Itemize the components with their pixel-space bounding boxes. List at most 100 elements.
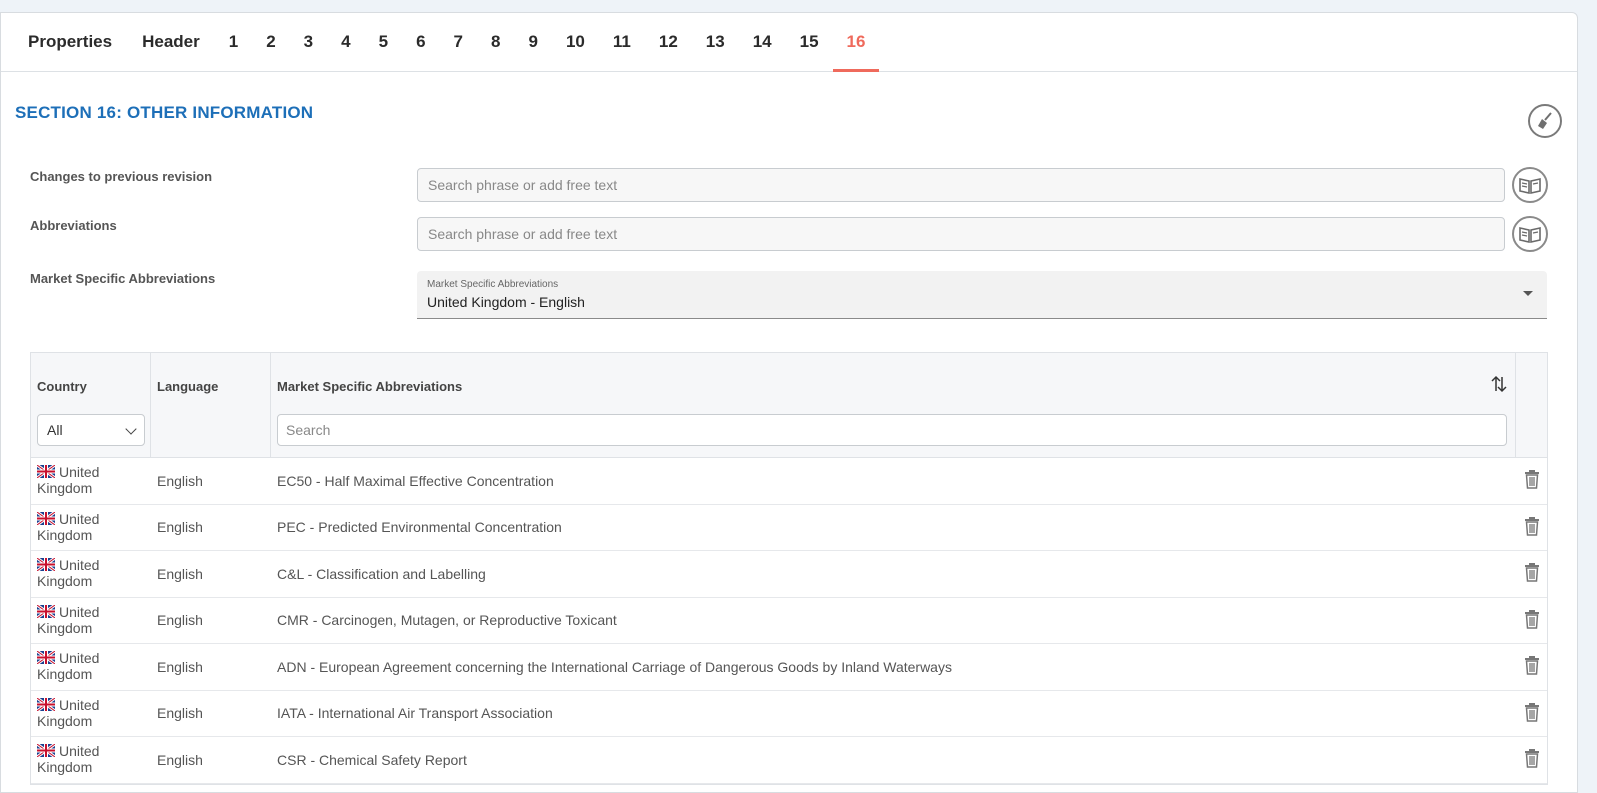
broom-icon xyxy=(1538,112,1552,129)
abbreviations-header: Market Specific Abbreviations xyxy=(277,379,463,394)
changes-phrase-button[interactable] xyxy=(1512,167,1548,203)
caret-down-icon xyxy=(1523,291,1533,296)
abbreviations-column: Market Specific Abbreviations Search xyxy=(271,353,1516,457)
abbreviation-cell: ADN - European Agreement concerning the … xyxy=(277,658,952,675)
country-cell: United Kingdom xyxy=(31,737,151,783)
country-cell: United Kingdom xyxy=(31,598,151,644)
abbreviation-cell: EC50 - Half Maximal Effective Concentrat… xyxy=(277,472,554,489)
delete-row-button[interactable] xyxy=(1516,598,1547,644)
tab-header[interactable]: Header xyxy=(127,13,215,71)
delete-row-button[interactable] xyxy=(1516,458,1547,504)
tab-16[interactable]: 16 xyxy=(832,13,880,72)
tab-14[interactable]: 14 xyxy=(739,13,786,71)
tab-properties[interactable]: Properties xyxy=(13,13,127,71)
abbreviations-search-input[interactable]: Search xyxy=(277,414,1507,446)
abbreviations-label: Abbreviations xyxy=(30,218,117,233)
uk-flag-icon xyxy=(36,742,56,759)
country-header: Country xyxy=(37,379,87,394)
abbreviation-cell: C&L - Classification and Labelling xyxy=(277,565,486,582)
country-cell: United Kingdom xyxy=(31,691,151,737)
tab-8[interactable]: 8 xyxy=(477,13,514,71)
market-select[interactable]: Market Specific Abbreviations United Kin… xyxy=(417,271,1547,319)
country-name-line1: United xyxy=(59,603,100,620)
trash-icon xyxy=(1524,516,1540,539)
language-header: Language xyxy=(157,379,219,394)
actions-column xyxy=(1516,353,1547,457)
table-row[interactable]: United Kingdom English ADN - European Agree… xyxy=(31,644,1547,691)
country-name-line2: Kingdom xyxy=(37,480,93,496)
country-cell: United Kingdom xyxy=(31,505,151,551)
country-name-line1: United xyxy=(59,464,100,480)
delete-row-button[interactable] xyxy=(1516,505,1547,551)
tab-5[interactable]: 5 xyxy=(365,13,402,71)
country-filter[interactable]: All xyxy=(37,414,145,446)
trash-icon xyxy=(1524,702,1540,725)
uk-flag-icon xyxy=(36,603,56,619)
tab-4[interactable]: 4 xyxy=(327,13,364,71)
uk-flag-icon xyxy=(36,463,56,480)
country-name-line1: United xyxy=(59,743,100,759)
table-row[interactable]: United Kingdom English C&L - Classification… xyxy=(31,551,1547,598)
chevron-down-icon xyxy=(125,423,137,435)
delete-row-button[interactable] xyxy=(1516,691,1547,737)
market-select-label: Market Specific Abbreviations xyxy=(427,279,559,290)
abbreviations-input[interactable]: Search phrase or add free text xyxy=(417,217,1505,251)
section-title: SECTION 16: OTHER INFORMATION xyxy=(15,103,314,122)
editor-panel: Properties Header 1 2 3 4 5 6 7 8 9 10 11 12 13 14 15 16 … xyxy=(0,12,1578,793)
tab-10[interactable]: 10 xyxy=(552,13,599,71)
delete-row-button[interactable] xyxy=(1516,737,1547,783)
abbreviations-table: Country All Language Market Specific Abb… xyxy=(30,352,1548,785)
trash-icon xyxy=(1524,609,1540,632)
abbreviation-cell: IATA - International Air Transport Assoc… xyxy=(277,705,553,722)
tab-7[interactable]: 7 xyxy=(440,13,477,71)
language-cell: English xyxy=(157,705,203,722)
country-name-line2: Kingdom xyxy=(37,759,93,775)
table-row[interactable]: United Kingdom English EC50 - Half Maximal … xyxy=(31,458,1547,505)
table-body: United Kingdom English EC50 - Half Maximal … xyxy=(31,458,1547,784)
language-cell: English xyxy=(157,658,203,675)
section-tabs: Properties Header 1 2 3 4 5 6 7 8 9 10 11 12 13 14 15 16 xyxy=(1,13,1577,72)
delete-row-button[interactable] xyxy=(1516,551,1547,597)
sort-icon[interactable] xyxy=(1491,375,1507,396)
tab-13[interactable]: 13 xyxy=(692,13,739,71)
tab-2[interactable]: 2 xyxy=(252,13,289,71)
country-name-line1: United xyxy=(59,510,100,527)
language-column: Language xyxy=(151,353,271,457)
abbreviations-phrase-button[interactable] xyxy=(1512,216,1548,252)
abbreviation-cell: CMR - Carcinogen, Mutagen, or Reproducti… xyxy=(277,612,617,629)
uk-flag-icon xyxy=(36,510,56,526)
book-icon xyxy=(1519,178,1541,194)
country-column: Country All xyxy=(31,353,151,457)
trash-icon xyxy=(1524,469,1540,492)
tab-11[interactable]: 11 xyxy=(599,13,645,71)
tab-12[interactable]: 12 xyxy=(645,13,692,71)
abbreviation-cell: CSR - Chemical Safety Report xyxy=(277,751,467,768)
country-name-line2: Kingdom xyxy=(37,619,93,636)
uk-flag-icon xyxy=(36,696,56,712)
trash-icon xyxy=(1524,562,1540,585)
changes-input[interactable]: Search phrase or add free text xyxy=(417,168,1505,202)
country-name-line2: Kingdom xyxy=(37,573,93,589)
abbreviation-cell: PEC - Predicted Environmental Concentrat… xyxy=(277,519,562,536)
table-row[interactable]: United Kingdom English PEC - Predicted Envi… xyxy=(31,505,1547,551)
tab-3[interactable]: 3 xyxy=(290,13,327,71)
delete-row-button[interactable] xyxy=(1516,644,1547,690)
language-cell: English xyxy=(157,519,203,536)
language-cell: English xyxy=(157,565,203,582)
tab-6[interactable]: 6 xyxy=(402,13,439,71)
country-name-line2: Kingdom xyxy=(37,526,93,543)
clear-section-button[interactable] xyxy=(1528,104,1562,138)
country-cell: United Kingdom xyxy=(31,458,151,504)
book-icon xyxy=(1519,227,1541,243)
table-row[interactable]: United Kingdom English IATA - International… xyxy=(31,691,1547,737)
changes-label: Changes to previous revision xyxy=(30,169,213,184)
table-header: Country All Language Market Specific Abb… xyxy=(31,353,1547,458)
table-row[interactable]: United Kingdom English CMR - Carcinogen, Mu… xyxy=(31,598,1547,644)
country-cell: United Kingdom xyxy=(31,551,151,597)
tab-1[interactable]: 1 xyxy=(215,13,252,71)
tab-15[interactable]: 15 xyxy=(786,13,833,71)
trash-icon xyxy=(1524,655,1540,678)
tab-9[interactable]: 9 xyxy=(514,13,551,71)
table-row[interactable]: United Kingdom English CSR - Chemical Safet… xyxy=(31,737,1547,784)
trash-icon xyxy=(1524,748,1540,771)
